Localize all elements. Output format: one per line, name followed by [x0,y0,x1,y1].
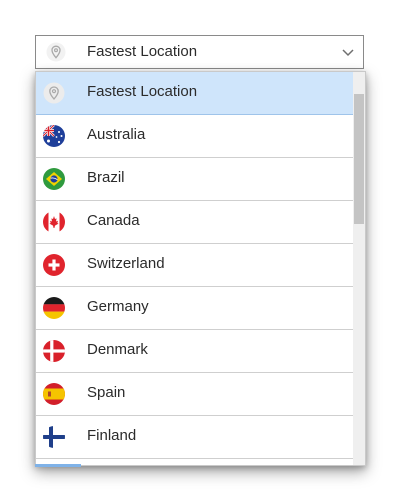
combobox-selected-label: Fastest Location [87,43,198,60]
focus-indicator [35,464,81,467]
scrollbar-thumb[interactable] [354,94,364,224]
list-item-label: Finland [87,427,137,444]
list-item-spain[interactable]: Spain [36,373,354,416]
location-picker-screen: Fastest Location Fastest Location Austra… [0,0,401,503]
location-list: Fastest Location Australia Brazil Canada… [36,72,354,465]
germany-flag-icon [43,297,65,319]
chevron-down-icon[interactable] [341,46,355,58]
list-item-label: Canada [87,212,140,229]
australia-flag-icon [43,125,65,147]
list-item-label: Australia [87,126,146,143]
list-item-canada[interactable]: Canada [36,201,354,244]
location-combobox[interactable]: Fastest Location [35,35,364,69]
list-item-australia[interactable]: Australia [36,115,354,158]
list-item-label: Spain [87,384,126,401]
list-item-brazil[interactable]: Brazil [36,158,354,201]
list-item-label: Brazil [87,169,125,186]
list-item-finland[interactable]: Finland [36,416,354,459]
list-item-label: Germany [87,298,149,315]
brazil-flag-icon [43,168,65,190]
location-pin-icon [43,82,65,104]
finland-flag-icon [43,426,65,448]
spain-flag-icon [43,383,65,405]
dropdown-scrollbar[interactable] [353,72,365,465]
list-item-germany[interactable]: Germany [36,287,354,330]
location-pin-icon [46,42,66,62]
list-item-label: Fastest Location [87,83,198,100]
list-item-denmark[interactable]: Denmark [36,330,354,373]
list-item-switzerland[interactable]: Switzerland [36,244,354,287]
denmark-flag-icon [43,340,65,362]
list-item-fastest-location[interactable]: Fastest Location [36,72,354,115]
location-dropdown: Fastest Location Australia Brazil Canada… [35,71,366,466]
list-item-label: Denmark [87,341,148,358]
switzerland-flag-icon [43,254,65,276]
canada-flag-icon [43,211,65,233]
list-item-label: Switzerland [87,255,165,272]
